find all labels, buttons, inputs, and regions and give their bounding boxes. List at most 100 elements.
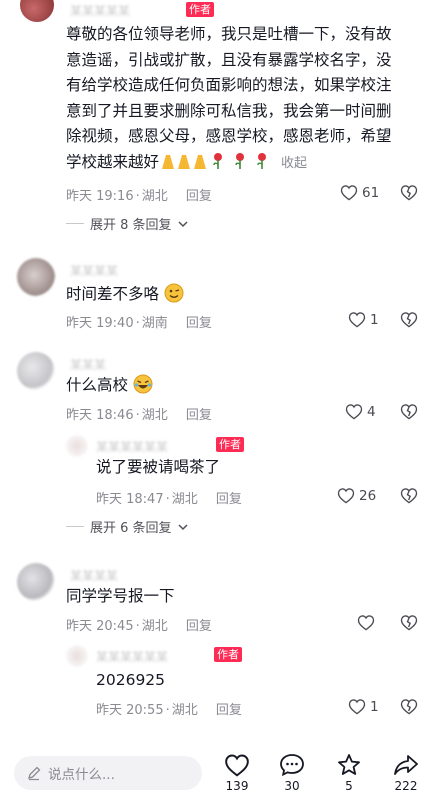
reply-time: 昨天 20:55 bbox=[96, 703, 164, 718]
like-button[interactable]: 1 bbox=[348, 698, 379, 715]
avatar[interactable] bbox=[66, 645, 88, 667]
comment-time: 昨天 20:45 bbox=[66, 619, 134, 634]
broken-heart-icon bbox=[400, 488, 418, 504]
like-count: 61 bbox=[362, 184, 380, 201]
like-count: 1 bbox=[370, 311, 379, 328]
favorite-video-button[interactable]: 5 bbox=[329, 753, 369, 793]
star-icon bbox=[338, 754, 360, 775]
comment-meta: 昨天 18:46 · 湖北 回复 bbox=[66, 408, 212, 423]
commenter-name[interactable]: 某某某某 bbox=[70, 262, 118, 279]
avatar[interactable] bbox=[17, 563, 55, 601]
comment-text[interactable]: 什么高校 bbox=[66, 373, 153, 399]
avatar[interactable] bbox=[66, 435, 88, 457]
heart-icon bbox=[225, 754, 249, 777]
video-like-count: 139 bbox=[225, 779, 249, 793]
comment-location: 湖北 bbox=[141, 619, 168, 634]
video-share-count: 222 bbox=[394, 779, 418, 793]
collapse-link[interactable]: 收起 bbox=[281, 156, 307, 171]
comment-text[interactable]: 尊敬的各位领导老师，我只是吐槽一下，没有故意造谣，引战或扩散，且没有暴露学校名字… bbox=[66, 22, 406, 178]
commenter-name[interactable]: 某某某某某某 bbox=[96, 438, 168, 455]
reply-body: 说了要被请喝茶了 bbox=[96, 458, 221, 476]
avatar[interactable] bbox=[17, 352, 55, 390]
like-button[interactable]: 26 bbox=[337, 487, 376, 504]
laughing-emoji-icon bbox=[133, 374, 153, 394]
author-badge: 作者 bbox=[214, 647, 242, 662]
reply-location: 湖北 bbox=[171, 492, 198, 507]
broken-heart-icon bbox=[400, 699, 418, 715]
reply-body: 2026925 bbox=[96, 671, 166, 689]
comment-meta: 昨天 20:45 · 湖北 回复 bbox=[66, 619, 212, 634]
broken-heart-icon bbox=[400, 404, 418, 420]
share-arrow-icon bbox=[394, 755, 418, 775]
reply-button[interactable]: 回复 bbox=[186, 316, 212, 331]
reply-button[interactable]: 回复 bbox=[186, 408, 212, 423]
video-favorite-count: 5 bbox=[345, 779, 353, 793]
heart-icon bbox=[357, 615, 375, 631]
author-badge: 作者 bbox=[216, 437, 244, 452]
chevron-down-icon bbox=[178, 220, 188, 227]
heart-icon bbox=[348, 699, 366, 715]
reply-button[interactable]: 回复 bbox=[216, 703, 242, 718]
like-count: 26 bbox=[359, 487, 377, 504]
broken-heart-icon bbox=[400, 312, 418, 328]
video-comment-count: 30 bbox=[284, 779, 300, 793]
reply-time: 昨天 18:47 bbox=[96, 492, 164, 507]
comment-video-button[interactable]: 30 bbox=[272, 753, 312, 793]
comment-location: 湖北 bbox=[141, 189, 168, 204]
broken-heart-icon bbox=[400, 615, 418, 631]
like-button[interactable] bbox=[357, 614, 379, 631]
like-video-button[interactable]: 139 bbox=[217, 753, 257, 793]
divider-line bbox=[66, 526, 84, 527]
reply-button[interactable]: 回复 bbox=[186, 189, 212, 204]
reply-button[interactable]: 回复 bbox=[216, 492, 242, 507]
smile-emoji-icon bbox=[164, 283, 184, 303]
heart-icon bbox=[345, 404, 363, 420]
author-badge: 作者 bbox=[186, 2, 214, 17]
expand-replies[interactable]: 展开 6 条回复 bbox=[66, 517, 188, 536]
comment-meta: 昨天 19:40 · 湖南 回复 bbox=[66, 316, 212, 331]
like-button[interactable]: 61 bbox=[340, 184, 379, 201]
expand-replies-label: 展开 8 条回复 bbox=[90, 218, 172, 233]
comment-location: 湖南 bbox=[141, 316, 168, 331]
comment-body: 什么高校 bbox=[66, 376, 129, 394]
like-count: 4 bbox=[367, 403, 376, 420]
like-button[interactable]: 1 bbox=[348, 311, 379, 328]
comment-input-placeholder: 说点什么... bbox=[48, 767, 115, 783]
reply-button[interactable]: 回复 bbox=[186, 619, 212, 634]
commenter-name[interactable]: 某某某 bbox=[70, 356, 106, 373]
expand-replies-label: 展开 6 条回复 bbox=[90, 521, 172, 536]
avatar[interactable] bbox=[17, 258, 55, 296]
avatar[interactable] bbox=[20, 0, 54, 22]
like-button[interactable]: 4 bbox=[345, 403, 376, 420]
comment-time: 昨天 19:40 bbox=[66, 316, 134, 331]
commenter-name[interactable]: 某某某某某 bbox=[70, 2, 130, 19]
comment-text[interactable]: 同学学号报一下 bbox=[66, 584, 175, 610]
reply-location: 湖北 bbox=[171, 703, 198, 718]
commenter-name[interactable]: 某某某某某某 bbox=[96, 648, 168, 665]
comment-text[interactable]: 时间差不多咯 bbox=[66, 282, 184, 308]
dislike-button[interactable] bbox=[400, 403, 418, 424]
reply-text[interactable]: 说了要被请喝茶了 bbox=[96, 455, 220, 481]
rose-emoji-icon bbox=[211, 152, 277, 179]
pray-emoji-icon bbox=[159, 152, 207, 179]
broken-heart-icon bbox=[400, 185, 418, 201]
dislike-button[interactable] bbox=[400, 311, 418, 332]
dislike-button[interactable] bbox=[400, 614, 418, 635]
comment-input[interactable]: 说点什么... bbox=[14, 756, 202, 790]
like-count: 1 bbox=[370, 698, 379, 715]
dislike-button[interactable] bbox=[400, 487, 418, 508]
expand-replies[interactable]: 展开 8 条回复 bbox=[66, 214, 188, 233]
comment-time: 昨天 18:46 bbox=[66, 408, 134, 423]
heart-icon bbox=[340, 185, 358, 201]
comment-body: 时间差不多咯 bbox=[66, 285, 160, 303]
reply-text[interactable]: 2026925 bbox=[96, 668, 165, 694]
commenter-name[interactable]: 某某某某 bbox=[70, 567, 118, 584]
dislike-button[interactable] bbox=[400, 184, 418, 205]
share-video-button[interactable]: 222 bbox=[386, 753, 426, 793]
dislike-button[interactable] bbox=[400, 698, 418, 719]
comment-body: 同学学号报一下 bbox=[66, 587, 175, 605]
heart-icon bbox=[348, 312, 366, 328]
comment-meta: 昨天 19:16 · 湖北 回复 bbox=[66, 189, 212, 204]
divider-line bbox=[66, 223, 84, 224]
reply-meta: 昨天 20:55 · 湖北 回复 bbox=[96, 703, 242, 718]
